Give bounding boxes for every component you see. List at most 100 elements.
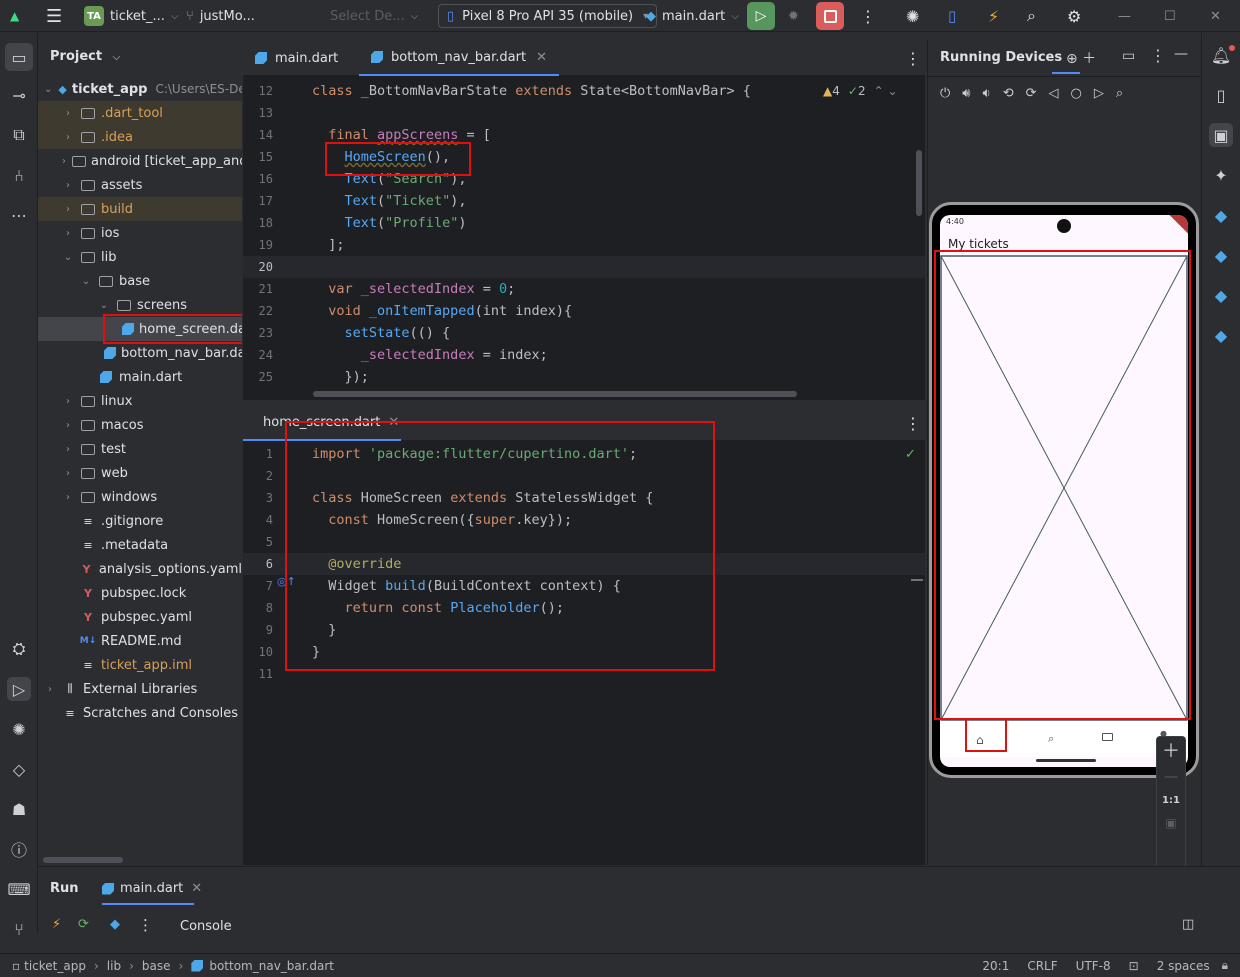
device-selector[interactable]: ▯ Pixel 8 Pro API 35 (mobile) ▾ — [438, 4, 658, 28]
tree-item[interactable]: ⌄ lib — [38, 245, 242, 269]
tree-item[interactable]: ⌄ base — [38, 269, 242, 293]
expand-chevron-icon[interactable]: › — [62, 132, 74, 143]
expand-chevron-icon[interactable]: › — [44, 684, 56, 695]
volume-down-icon[interactable]: 🔉︎ — [983, 86, 991, 101]
expand-chevron-icon[interactable]: ⌄ — [80, 276, 92, 287]
home-icon[interactable]: ○ — [1071, 86, 1082, 101]
code-area-bottom[interactable]: import 'package:flutter/cupertino.dart';… — [243, 443, 925, 863]
power-icon[interactable]: ⏻ — [940, 86, 950, 101]
commit-icon[interactable]: ⊸ — [7, 83, 31, 107]
profiler-icon[interactable]: ◇ — [7, 757, 31, 781]
tree-item-home-screen[interactable]: home_screen.da — [38, 317, 242, 341]
debug-bug-icon[interactable]: ✺ — [906, 0, 919, 32]
tree-item[interactable]: ⌄ ◆ ticket_app C:\Users\ES-Dev — [38, 77, 242, 101]
tree-item[interactable]: › assets — [38, 173, 242, 197]
tab-bottom-nav-bar[interactable]: bottom_nav_bar.dart ✕ — [359, 40, 559, 76]
screenshot-icon[interactable]: ⌕ — [1116, 86, 1123, 101]
settings-gear-icon[interactable]: ⚙ — [1067, 0, 1081, 32]
expand-chevron-icon[interactable]: › — [62, 468, 74, 479]
cursor-position[interactable]: 20:1 — [982, 959, 1009, 973]
run-config-selector[interactable]: ◆ main.dart ⌵ — [646, 0, 739, 32]
problems-icon[interactable]: ⓘ — [7, 837, 31, 861]
tab-home-screen[interactable]: home_screen.dart ✕ — [243, 405, 401, 441]
tree-item[interactable]: ⌄ screens — [38, 293, 242, 317]
version-control-icon[interactable]: ⑂ — [7, 917, 31, 941]
expand-chevron-icon[interactable]: ⌄ — [62, 252, 74, 263]
expand-chevron-icon[interactable]: ⌄ — [44, 84, 52, 95]
pull-requests-icon[interactable]: ⑃ — [7, 163, 31, 187]
config-select[interactable]: Select De... ⌵ — [330, 0, 418, 32]
more-icon[interactable]: ⋮ — [860, 0, 876, 32]
tab-main-dart[interactable]: main.dart — [243, 40, 350, 76]
more-tools-icon[interactable]: ⋯ — [7, 203, 31, 227]
tree-item[interactable]: › ⫼ External Libraries — [38, 677, 242, 701]
overview-icon[interactable]: ▷ — [1094, 86, 1104, 101]
expand-chevron-icon[interactable]: › — [62, 108, 74, 119]
main-menu-icon[interactable]: ☰ — [46, 0, 62, 32]
zoom-in-icon[interactable]: ＋ — [1157, 737, 1185, 763]
line-separator[interactable]: CRLF — [1027, 959, 1057, 973]
run-button[interactable]: ▷ — [747, 2, 775, 30]
project-folder-icon[interactable]: ▭ — [5, 43, 33, 71]
project-switcher[interactable]: TA ticket_... ⌵ — [84, 0, 179, 32]
tree-item[interactable]: Yanalysis_options.yaml — [38, 557, 242, 581]
nav-ticket-icon[interactable] — [1102, 733, 1113, 741]
hot-reload-icon[interactable]: ⚡ — [988, 0, 999, 32]
tree-item[interactable]: › macos — [38, 413, 242, 437]
flutter-devtools-icon[interactable]: ◆ — [1209, 323, 1233, 347]
debug-icon[interactable]: ✹ — [788, 0, 799, 32]
tree-item[interactable]: › windows — [38, 485, 242, 509]
breadcrumb-lib[interactable]: lib — [107, 959, 121, 973]
vcs-branch[interactable]: ⑂ justMo... — [186, 0, 255, 32]
flutter-performance-icon[interactable]: ◆ — [1209, 283, 1233, 307]
rotate-right-icon[interactable]: ⟳ — [1026, 86, 1037, 101]
run-tool-icon[interactable]: ▷ — [7, 677, 31, 701]
flutter-inspector-icon[interactable]: ◆ — [1209, 203, 1233, 227]
readonly-lock-icon[interactable]: ⊡ — [1129, 959, 1139, 973]
debug-tool-icon[interactable]: ✺ — [7, 717, 31, 741]
expand-chevron-icon[interactable]: › — [62, 228, 74, 239]
back-icon[interactable]: ◁ — [1049, 86, 1059, 101]
terminal-icon[interactable]: ⌨ — [7, 877, 31, 901]
build-variants-icon[interactable]: ⛭ — [7, 637, 31, 661]
vertical-scrollbar[interactable] — [916, 150, 922, 216]
tree-item[interactable]: ≡ Scratches and Consoles — [38, 701, 242, 725]
structure-icon[interactable]: ⧉ — [7, 123, 31, 147]
expand-chevron-icon[interactable]: › — [62, 180, 74, 191]
hide-panel-icon[interactable]: — — [1174, 46, 1188, 62]
run-tab-main[interactable]: main.dart ✕ — [102, 881, 202, 896]
logcat-icon[interactable]: ☗ — [7, 797, 31, 821]
flutter-outline-icon[interactable]: ◆ — [1209, 243, 1233, 267]
file-encoding[interactable]: UTF-8 — [1076, 959, 1111, 973]
run-options-icon[interactable]: ⋮ — [138, 916, 153, 934]
tree-item[interactable]: M↓ README.md — [38, 629, 242, 653]
tree-item[interactable]: › .dart_tool — [38, 101, 242, 125]
stop-button[interactable] — [816, 2, 844, 30]
lock-icon[interactable]: 🔒︎ — [1222, 958, 1228, 973]
hot-reload-run-icon[interactable]: ⚡ — [52, 917, 61, 932]
indent-setting[interactable]: 2 spaces — [1157, 959, 1210, 973]
devtools-icon[interactable]: ◆ — [110, 917, 120, 932]
tree-item[interactable]: main.dart — [38, 365, 242, 389]
maximize-icon[interactable]: ☐ — [1164, 0, 1176, 32]
expand-chevron-icon[interactable]: › — [62, 396, 74, 407]
project-panel-title[interactable]: Project ⌵ — [50, 49, 120, 64]
breadcrumb-project[interactable]: ticket_app — [24, 959, 86, 973]
breadcrumb-file[interactable]: bottom_nav_bar.dart — [209, 959, 334, 973]
horizontal-scrollbar[interactable] — [43, 857, 123, 863]
layout-toggle-icon[interactable]: ◫ — [1182, 917, 1194, 932]
expand-chevron-icon[interactable]: › — [62, 492, 74, 503]
zoom-out-icon[interactable]: — — [1157, 769, 1185, 785]
tree-item[interactable]: › web — [38, 461, 242, 485]
nav-search-icon[interactable]: ⌕ — [1048, 732, 1054, 746]
tree-item[interactable]: › android [ticket_app_andro — [38, 149, 242, 173]
close-window-icon[interactable]: ✕ — [1210, 0, 1221, 32]
device-manager-icon[interactable]: ▯ — [1209, 83, 1233, 107]
device-manager-icon[interactable]: ▯ — [948, 0, 956, 32]
zoom-actual-size[interactable]: 1:1 — [1157, 795, 1185, 806]
minimize-icon[interactable]: — — [1118, 0, 1131, 32]
tree-item[interactable]: Ypubspec.yaml — [38, 605, 242, 629]
tree-item[interactable]: ≡ .gitignore — [38, 509, 242, 533]
add-device-icon[interactable]: ⊕ ＋ — [1066, 48, 1096, 68]
volume-up-icon[interactable]: 🔊︎ — [962, 86, 970, 101]
